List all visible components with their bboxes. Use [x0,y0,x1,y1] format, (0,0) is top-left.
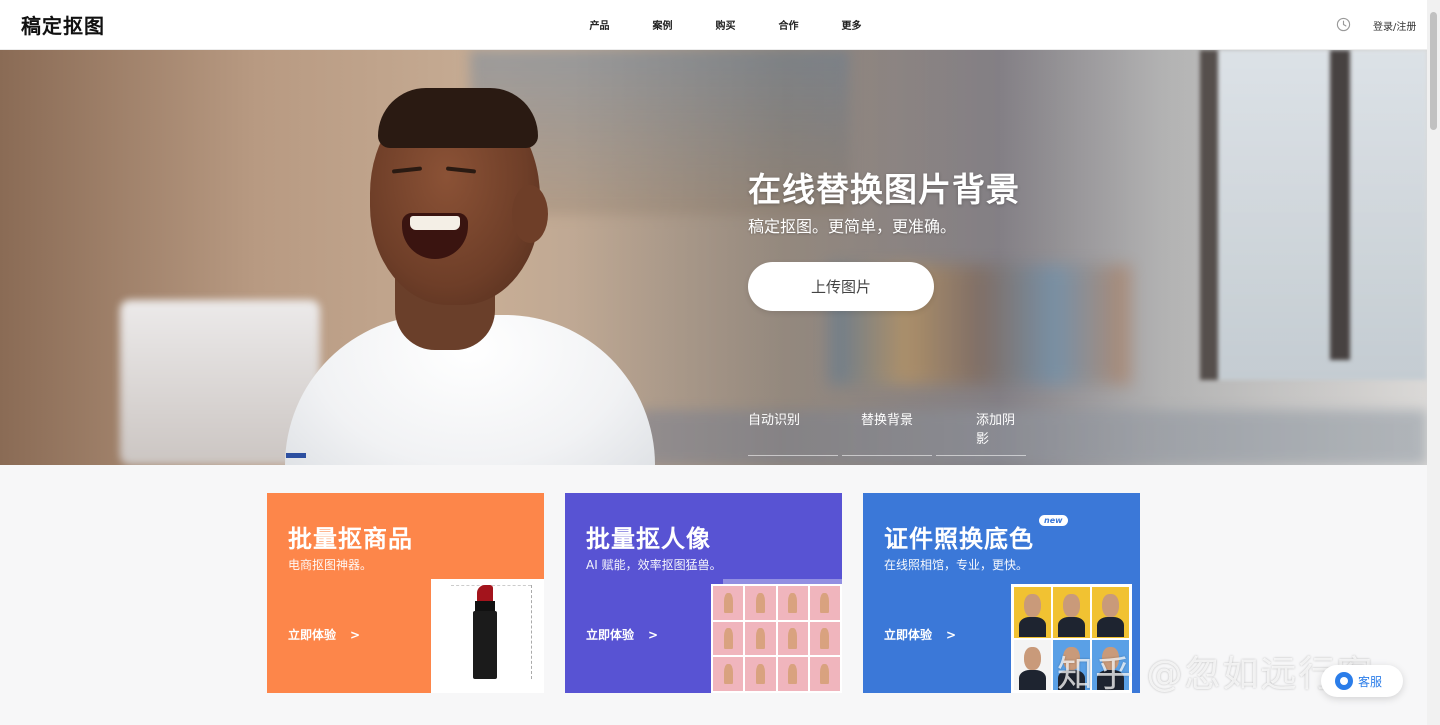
lipstick-case [473,611,497,679]
top-header: 稿定抠图 产品 案例 购买 合作 更多 登录/注册 [0,0,1427,50]
feature-tab-auto-detect[interactable]: 自动识别 [748,409,838,456]
card-title: 批量抠商品 [288,525,413,553]
nav-item-more[interactable]: 更多 [820,17,883,32]
card-cta-label: 立即体验 [586,628,635,642]
id-photo-thumb [1053,587,1090,638]
portrait-thumb [745,586,776,620]
scrollbar-thumb[interactable] [1430,12,1437,130]
boy-hair [378,88,538,148]
chevron-right-icon: > [350,628,361,642]
id-photo-thumb [1014,639,1051,690]
customer-service-button[interactable]: 客服 [1321,665,1403,697]
hero-overlay [0,50,1427,465]
card-cta-label: 立即体验 [288,628,337,642]
main-nav: 产品 案例 购买 合作 更多 [568,17,883,32]
portrait-thumb [777,621,808,656]
upload-image-button[interactable]: 上传图片 [748,262,934,311]
portrait-thumb [809,586,840,620]
feature-tab-add-shadow[interactable]: 添加阴影 [936,409,1026,456]
nav-item-products[interactable]: 产品 [568,17,631,32]
portrait-thumb [713,621,744,656]
card-batch-portraits[interactable]: 批量抠人像 AI 赋能，效率抠图猛兽。 立即体验 > [565,493,842,693]
logo[interactable]: 稿定抠图 [21,10,105,39]
portrait-photo-grid [711,584,842,693]
chevron-right-icon: > [946,628,957,642]
card-cta[interactable]: 立即体验 > [884,626,956,643]
portrait-thumb [777,586,808,620]
login-register-link[interactable]: 登录/注册 [1373,18,1416,33]
card-cta[interactable]: 立即体验 > [288,626,360,643]
portrait-thumb [809,657,840,691]
id-photo-thumb [1014,587,1051,638]
portrait-thumb [713,657,744,691]
card-desc: 在线照相馆，专业，更快。 [884,558,1029,572]
boy-shirt-stripe [286,453,306,458]
hero-banner: 在线替换图片背景 稿定抠图。更简单，更准确。 上传图片 自动识别 替换背景 添加… [0,50,1427,465]
lipstick-image [431,579,544,693]
portrait-thumb [745,621,776,656]
card-title: 证件照换底色 [884,525,1034,553]
card-desc: AI 赋能，效率抠图猛兽。 [586,558,722,572]
portrait-thumb [745,657,776,691]
card-batch-products[interactable]: 批量抠商品 电商抠图神器。 立即体验 > [267,493,544,693]
card-cta[interactable]: 立即体验 > [586,626,658,643]
measure-guide [531,585,532,679]
boy-ear [512,185,548,243]
hero-subtitle: 稿定抠图。更简单，更准确。 [748,217,957,236]
new-badge: new [1039,515,1068,526]
id-photo-thumb [1092,587,1129,638]
portrait-thumb [713,586,744,620]
nav-item-buy[interactable]: 购买 [694,17,757,32]
nav-item-partner[interactable]: 合作 [757,17,820,32]
portrait-thumb [809,621,840,656]
nav-item-cases[interactable]: 案例 [631,17,694,32]
chat-icon [1335,672,1353,690]
card-cta-label: 立即体验 [884,628,933,642]
clock-icon[interactable] [1336,17,1351,32]
feature-tab-replace-bg[interactable]: 替换背景 [842,409,932,456]
card-title: 批量抠人像 [586,525,711,553]
customer-service-label: 客服 [1358,674,1383,689]
boy-teeth [410,216,460,230]
card-desc: 电商抠图神器。 [288,558,373,572]
chevron-right-icon: > [648,628,659,642]
hero-title: 在线替换图片背景 [748,170,1020,209]
hero-feature-tabs: 自动识别 替换背景 添加阴影 [748,409,1026,456]
portrait-thumb [777,657,808,691]
page-scrollbar[interactable] [1427,0,1440,725]
